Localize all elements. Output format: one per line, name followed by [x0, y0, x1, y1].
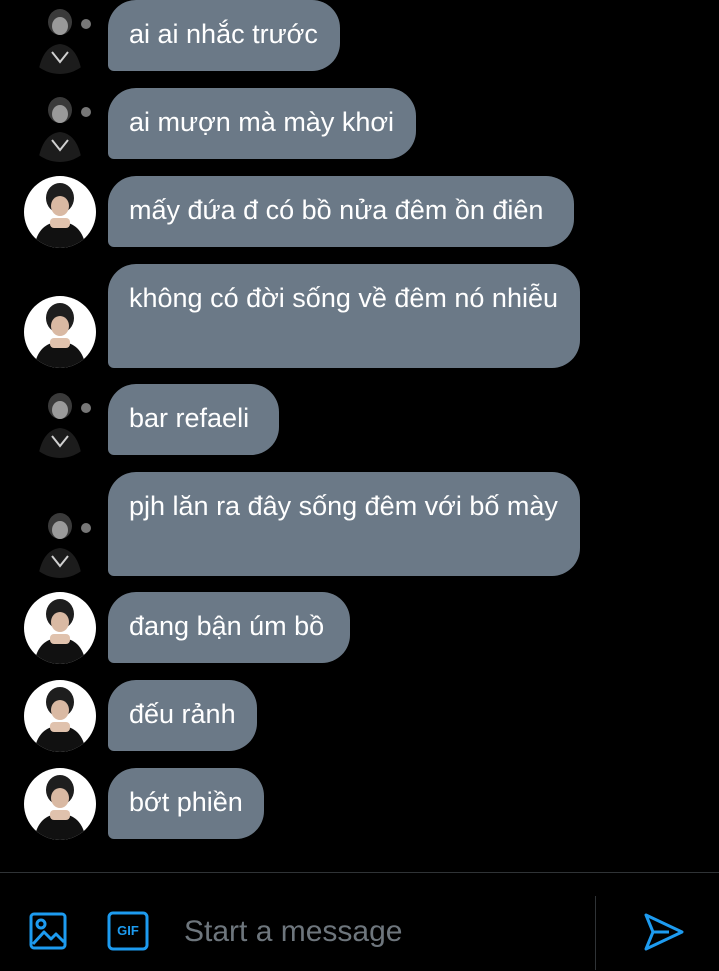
message-bubble[interactable]: bớt phiền: [108, 768, 264, 839]
message-bubble[interactable]: ai mượn mà mày khơi: [108, 88, 416, 159]
light-avatar-image: [24, 296, 96, 368]
avatar[interactable]: [24, 768, 96, 840]
message-text: đếu rảnh: [129, 699, 236, 729]
message-text: không có đời sống về đêm nó nhiễu: [129, 283, 558, 313]
message-bubble[interactable]: đếu rảnh: [108, 680, 257, 751]
message-text: ai ai nhắc trước: [129, 19, 318, 49]
avatar[interactable]: [24, 680, 96, 752]
send-icon[interactable]: [643, 911, 685, 953]
message-bubble[interactable]: bar refaeli: [108, 384, 279, 455]
dark-avatar-image: [24, 386, 96, 458]
light-avatar-image: [24, 176, 96, 248]
dark-avatar-image: [24, 90, 96, 162]
avatar[interactable]: [24, 90, 96, 162]
image-icon[interactable]: [28, 911, 68, 951]
message-thread: ai ai nhắc trước ai mượn mà mày khơi mấy…: [0, 0, 719, 872]
message-bubble[interactable]: không có đời sống về đêm nó nhiễu: [108, 264, 580, 368]
avatar[interactable]: [24, 176, 96, 248]
dark-avatar-image: [24, 2, 96, 74]
light-avatar-image: [24, 768, 96, 840]
message-text: ai mượn mà mày khơi: [129, 107, 395, 137]
avatar[interactable]: [24, 506, 96, 578]
message-text: bớt phiền: [129, 787, 243, 817]
message-text: đang bận úm bồ: [129, 611, 325, 641]
avatar[interactable]: [24, 2, 96, 74]
light-avatar-image: [24, 592, 96, 664]
gif-label: GIF: [117, 923, 139, 938]
message-composer: GIF: [0, 872, 719, 971]
message-text: pjh lăn ra đây sống đêm với bố mày: [129, 491, 558, 521]
dark-avatar-image: [24, 506, 96, 578]
composer-divider: [595, 896, 596, 970]
message-bubble[interactable]: đang bận úm bồ: [108, 592, 350, 663]
message-bubble[interactable]: ai ai nhắc trước: [108, 0, 340, 71]
light-avatar-image: [24, 680, 96, 752]
gif-icon[interactable]: GIF: [107, 911, 149, 951]
message-input[interactable]: [184, 909, 579, 955]
message-text: bar refaeli: [129, 403, 250, 433]
avatar[interactable]: [24, 296, 96, 368]
message-bubble[interactable]: pjh lăn ra đây sống đêm với bố mày: [108, 472, 580, 576]
message-text: mấy đứa đ có bồ nửa đêm ồn điên: [129, 195, 544, 225]
message-bubble[interactable]: mấy đứa đ có bồ nửa đêm ồn điên: [108, 176, 574, 247]
avatar[interactable]: [24, 592, 96, 664]
avatar[interactable]: [24, 386, 96, 458]
